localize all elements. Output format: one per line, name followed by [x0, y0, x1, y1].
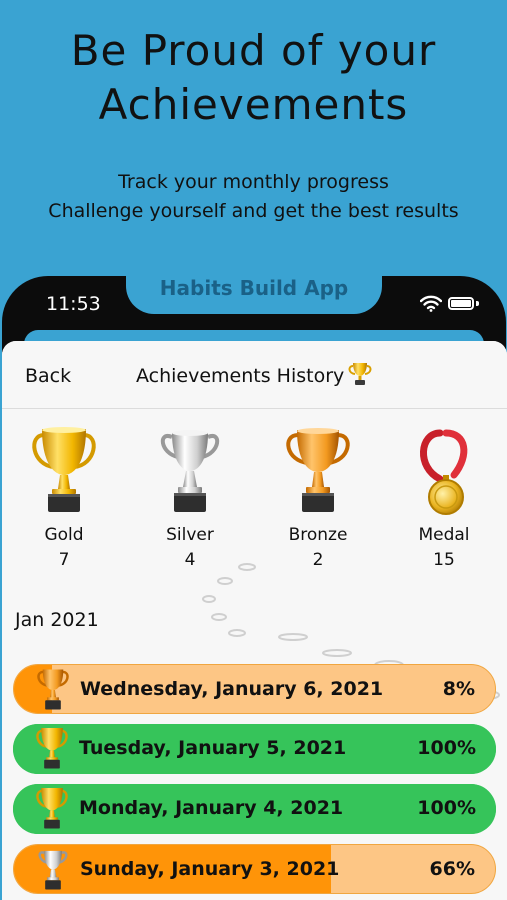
- bronze-trophy-icon: [37, 669, 69, 710]
- wifi-icon: [420, 295, 442, 312]
- hero-title-line2: Achievements: [98, 80, 409, 129]
- status-time: 11:53: [46, 293, 101, 315]
- battery-icon: [448, 297, 474, 310]
- award-silver: Silver 4: [135, 427, 245, 570]
- day-row[interactable]: Tuesday, January 5, 2021 100%: [13, 724, 496, 774]
- silver-trophy-icon: [38, 850, 68, 890]
- month-label: Jan 2021: [15, 609, 99, 631]
- row-date: Monday, January 4, 2021: [79, 797, 344, 819]
- row-date: Sunday, January 3, 2021: [80, 858, 340, 880]
- hero-subtitle-line1: Track your monthly progress: [118, 171, 389, 193]
- gold-trophy-icon: [32, 427, 96, 512]
- nav-bar: Back Achievements History: [2, 341, 507, 409]
- award-count: 7: [58, 550, 70, 570]
- day-row[interactable]: Sunday, January 3, 2021 66%: [13, 844, 496, 894]
- day-row[interactable]: Monday, January 4, 2021 100%: [13, 784, 496, 834]
- notch-app-label: Habits Build App: [159, 276, 349, 300]
- award-name: Bronze: [288, 525, 348, 545]
- achievements-screen: Back Achievements History Gold 7 Silver …: [2, 341, 507, 900]
- row-percent: 8%: [442, 678, 475, 700]
- gold-trophy-icon: [36, 727, 68, 769]
- battery-tip: [476, 301, 479, 306]
- award-name: Gold: [44, 525, 84, 545]
- row-date: Tuesday, January 5, 2021: [79, 737, 347, 759]
- bronze-trophy-icon: [286, 428, 350, 512]
- award-name: Medal: [418, 525, 470, 545]
- row-date: Wednesday, January 6, 2021: [80, 678, 384, 700]
- hero-subtitle-line2: Challenge yourself and get the best resu…: [48, 200, 459, 222]
- award-medal: Medal 15: [389, 427, 499, 570]
- gold-trophy-icon: [36, 787, 68, 829]
- hero-subtitle: Track your monthly progress Challenge yo…: [0, 168, 507, 226]
- award-bronze: Bronze 2: [263, 427, 373, 570]
- award-gold: Gold 7: [9, 427, 119, 570]
- award-name: Silver: [166, 525, 214, 545]
- status-icons: [420, 294, 482, 314]
- silver-trophy-icon: [161, 430, 219, 512]
- hero-title-line1: Be Proud of your: [70, 26, 437, 75]
- back-button[interactable]: Back: [25, 365, 71, 387]
- nav-title: Achievements History: [136, 365, 345, 387]
- row-percent: 100%: [417, 797, 476, 819]
- day-row[interactable]: Wednesday, January 6, 2021 8%: [13, 664, 496, 714]
- hero-title: Be Proud of your Achievements: [0, 24, 507, 132]
- row-percent: 66%: [429, 858, 475, 880]
- trophy-icon: [348, 363, 372, 385]
- medal-icon: [420, 429, 468, 515]
- row-percent: 100%: [417, 737, 476, 759]
